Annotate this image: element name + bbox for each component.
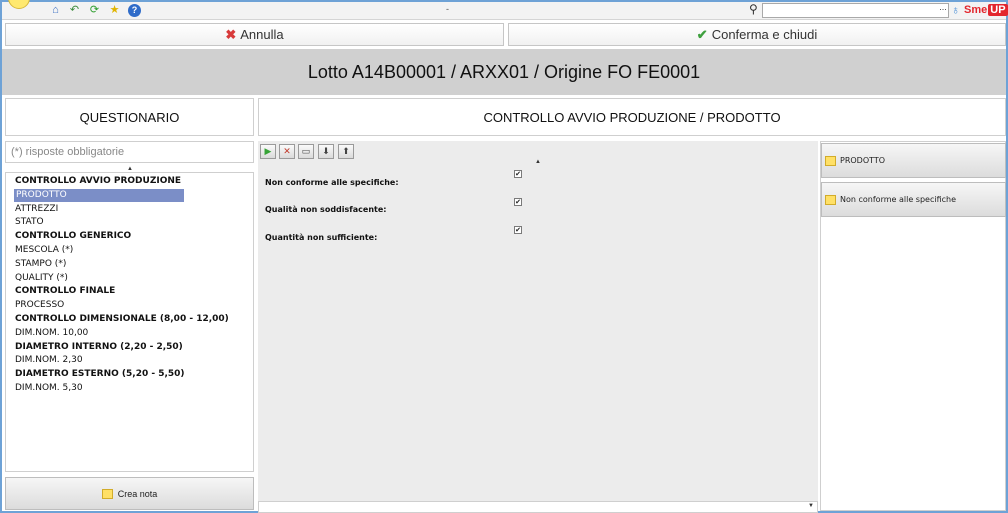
question-label: Qualità non soddisfacente: bbox=[265, 205, 387, 214]
tree-item[interactable]: PRODOTTO bbox=[14, 189, 184, 202]
tree-item[interactable]: STAMPO (*) bbox=[15, 258, 66, 271]
refresh-icon[interactable]: ⟳ bbox=[88, 4, 101, 17]
tree-group-label[interactable]: CONTROLLO AVVIO PRODUZIONE bbox=[15, 175, 181, 188]
confirm-close-button[interactable]: ✔ Conferma e chiudi bbox=[508, 23, 1006, 46]
note-icon bbox=[825, 155, 836, 166]
cancel-label: Annulla bbox=[240, 27, 284, 42]
tree-item[interactable]: DIM.NOM. 10,00 bbox=[15, 327, 88, 340]
cancel-x-icon: ✖ bbox=[225, 26, 237, 42]
context-item-label: PRODOTTO bbox=[840, 156, 886, 165]
tree-item[interactable]: STATO bbox=[15, 216, 44, 229]
confirm-label: Conferma e chiudi bbox=[711, 27, 818, 42]
context-item-label: Non conforme alle specifiche bbox=[840, 195, 957, 204]
back-icon[interactable]: ↶ bbox=[68, 4, 81, 17]
required-answers-field[interactable]: (*) risposte obbligatorie bbox=[5, 141, 254, 163]
tree-item[interactable]: MESCOLA (*) bbox=[15, 244, 73, 257]
tree-group-label[interactable]: DIAMETRO ESTERNO (5,20 - 5,50) bbox=[15, 368, 185, 381]
toolbar-center-text: - bbox=[446, 4, 449, 14]
cancel-button[interactable]: ✖ Annulla bbox=[5, 23, 504, 46]
search-icon[interactable]: ⚲ bbox=[749, 2, 758, 16]
bottom-select[interactable] bbox=[258, 501, 818, 513]
delete-icon[interactable]: ✕ bbox=[279, 144, 295, 159]
create-note-label: Crea nota bbox=[117, 488, 158, 499]
context-item-button[interactable]: Non conforme alle specifiche bbox=[821, 182, 1006, 217]
question-label: Quantità non sufficiente: bbox=[265, 233, 378, 242]
question-area bbox=[258, 141, 818, 511]
help-icon[interactable]: ? bbox=[128, 4, 141, 17]
search-options-button[interactable]: ... bbox=[937, 3, 949, 16]
question-checkbox[interactable]: ✔ bbox=[514, 226, 522, 234]
page-title: Lotto A14B00001 / ARXX01 / Origine FO FE… bbox=[2, 49, 1006, 95]
create-note-button[interactable]: Crea nota bbox=[5, 477, 254, 510]
tree-group-label[interactable]: CONTROLLO DIMENSIONALE (8,00 - 12,00) bbox=[15, 313, 229, 326]
context-item-button[interactable]: PRODOTTO bbox=[821, 143, 1006, 178]
note-icon bbox=[825, 194, 836, 205]
tree-item[interactable]: QUALITY (*) bbox=[15, 272, 68, 285]
tree-item[interactable]: ATTREZZI bbox=[15, 203, 58, 216]
dropdown-caret-icon[interactable]: ▼ bbox=[808, 503, 814, 509]
search-input[interactable] bbox=[762, 3, 949, 18]
tree-item[interactable]: DIM.NOM. 5,30 bbox=[15, 382, 83, 395]
brand-text: Sme bbox=[964, 4, 988, 16]
tree-group-label[interactable]: CONTROLLO FINALE bbox=[15, 285, 115, 298]
question-checkbox[interactable]: ✔ bbox=[514, 198, 522, 206]
questionnaire-header: QUESTIONARIO bbox=[5, 98, 254, 136]
tree-group-label[interactable]: DIAMETRO INTERNO (2,20 - 2,50) bbox=[15, 341, 183, 354]
check-icon: ✔ bbox=[696, 26, 708, 42]
user-icon[interactable]: ♁ bbox=[951, 3, 960, 17]
play-icon[interactable]: ▶ bbox=[260, 144, 276, 159]
tree-item[interactable]: DIM.NOM. 2,30 bbox=[15, 354, 83, 367]
brand-badge: UP bbox=[988, 4, 1008, 16]
section-header: CONTROLLO AVVIO PRODUZIONE / PRODOTTO bbox=[258, 98, 1006, 136]
favorite-star-icon[interactable]: ★ bbox=[108, 4, 121, 17]
tree-group-label[interactable]: CONTROLLO GENERICO bbox=[15, 230, 131, 243]
question-label: Non conforme alle specifiche: bbox=[265, 178, 399, 187]
brand-logo: Sme UP bbox=[964, 2, 1008, 19]
note-icon bbox=[101, 488, 113, 499]
window-icon[interactable]: ▭ bbox=[298, 144, 314, 159]
tree-item[interactable]: PROCESSO bbox=[15, 299, 64, 312]
move-down-icon[interactable]: ⬇ bbox=[318, 144, 334, 159]
move-up-icon[interactable]: ⬆ bbox=[338, 144, 354, 159]
sort-caret-icon[interactable]: ▲ bbox=[535, 159, 541, 165]
home-icon[interactable]: ⌂ bbox=[49, 4, 62, 17]
question-checkbox[interactable]: ✔ bbox=[514, 170, 522, 178]
